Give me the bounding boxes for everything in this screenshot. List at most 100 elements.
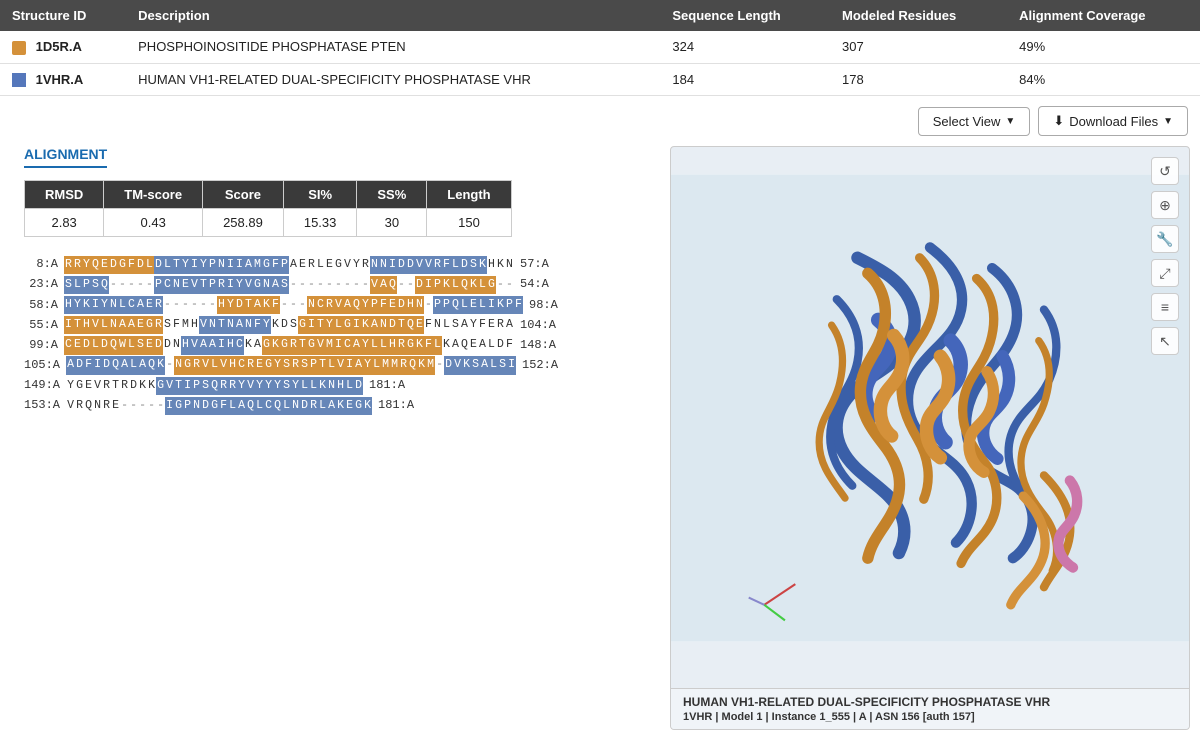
seq-left-label: 23:A — [24, 275, 64, 294]
seq-char: F — [84, 356, 93, 374]
cursor-button[interactable]: ↖ — [1151, 327, 1179, 355]
seq-char: A — [354, 356, 363, 374]
seq-char: P — [208, 256, 217, 274]
select-view-button[interactable]: Select View ▼ — [918, 107, 1031, 136]
expand-button[interactable]: ⤢ — [1151, 259, 1179, 287]
seq-char: I — [307, 316, 316, 334]
seq-char: Q — [352, 296, 361, 314]
structure-row-1[interactable]: 1VHR.A HUMAN VH1-RELATED DUAL-SPECIFICIT… — [0, 63, 1200, 96]
wrench-button[interactable]: 🔧 — [1151, 225, 1179, 253]
seq-char: E — [298, 256, 307, 274]
seq-char: N — [109, 296, 118, 314]
seq-char: - — [199, 296, 208, 314]
seq-char: Q — [451, 296, 460, 314]
seq-char: D — [136, 256, 145, 274]
seq-char: C — [237, 356, 246, 374]
seq-char: - — [298, 296, 307, 314]
seq-char: T — [174, 377, 183, 395]
seq-char: N — [433, 316, 442, 334]
seq-char: D — [415, 276, 424, 294]
seq-char: D — [388, 316, 397, 334]
seq-char: A — [451, 336, 460, 354]
seq-char: - — [147, 397, 156, 415]
color-swatch-0 — [12, 41, 26, 55]
seq-char: R — [309, 397, 318, 415]
seq-char: - — [120, 397, 129, 415]
seq-char: S — [289, 316, 298, 334]
seq-char: R — [102, 377, 111, 395]
structure-table: Structure ID Description Sequence Length… — [0, 0, 1200, 96]
seq-char: A — [505, 316, 514, 334]
seq-char: P — [280, 256, 289, 274]
seq-char: M — [181, 316, 190, 334]
seq-char: L — [433, 336, 442, 354]
seq-char: H — [487, 256, 496, 274]
seq-char: L — [300, 377, 309, 395]
seq-char: I — [226, 276, 235, 294]
seq-char: M — [426, 356, 435, 374]
seq-char: L — [489, 356, 498, 374]
seq-char: A — [235, 316, 244, 334]
refresh-button[interactable]: ↺ — [1151, 157, 1179, 185]
seq-char: R — [154, 296, 163, 314]
seq-char: Q — [388, 276, 397, 294]
seq-char: G — [253, 276, 262, 294]
seq-char: N — [93, 397, 102, 415]
seq-char: Y — [264, 377, 273, 395]
seq-char: I — [217, 336, 226, 354]
seq-char: Y — [226, 296, 235, 314]
seq-char: S — [469, 256, 478, 274]
seq-char: I — [334, 336, 343, 354]
seq-char: Q — [273, 397, 282, 415]
layers-button[interactable]: ≡ — [1151, 293, 1179, 321]
seq-char: K — [262, 296, 271, 314]
seq-char: E — [136, 316, 145, 334]
seq-char: A — [237, 397, 246, 415]
seq-char: L — [478, 276, 487, 294]
seq-char: K — [147, 377, 156, 395]
seq-char: V — [201, 356, 210, 374]
seq-left-label: 149:A — [24, 376, 66, 395]
seq-char: - — [129, 397, 138, 415]
protein-viewer[interactable]: ↺ ⊕ 🔧 ⤢ ≡ ↖ — [670, 146, 1190, 730]
seq-char: S — [471, 356, 480, 374]
seq-char: Y — [361, 336, 370, 354]
viewer-title: HUMAN VH1-RELATED DUAL-SPECIFICITY PHOSP… — [683, 695, 1177, 709]
seq-char: V — [91, 316, 100, 334]
col-header-structure-id: Structure ID — [0, 0, 126, 31]
seq-char: - — [397, 276, 406, 294]
seq-char: A — [253, 336, 262, 354]
seq-char: - — [138, 397, 147, 415]
seq-char: A — [66, 356, 75, 374]
download-files-button[interactable]: ⬇ Download Files ▼ — [1038, 106, 1188, 136]
seq-char: L — [372, 356, 381, 374]
seq-char: Y — [273, 356, 282, 374]
seq-char: L — [91, 336, 100, 354]
seq-char: G — [280, 336, 289, 354]
seq-char: L — [379, 336, 388, 354]
seq-char: N — [174, 356, 183, 374]
protein-structure-svg — [671, 147, 1189, 669]
seq-char: K — [82, 296, 91, 314]
globe-button[interactable]: ⊕ — [1151, 191, 1179, 219]
seq-char: Q — [84, 397, 93, 415]
seq-char: F — [127, 256, 136, 274]
seq-char: K — [361, 316, 370, 334]
seq-char: T — [217, 316, 226, 334]
seq-char: Q — [460, 276, 469, 294]
seq-char: D — [354, 377, 363, 395]
alignment-row: 58:AHYKIYNLCAER------HYDTAKF---NCRVAQYPF… — [24, 296, 646, 315]
seq-char: F — [478, 316, 487, 334]
main-layout: ALIGNMENT RMSDTM-scoreScoreSI%SS%Length … — [0, 146, 1200, 740]
seq-char: E — [469, 296, 478, 314]
seq-char: C — [264, 397, 273, 415]
seq-char: S — [163, 316, 172, 334]
structure-row-0[interactable]: 1D5R.A PHOSPHOINOSITIDE PHOSPHATASE PTEN… — [0, 31, 1200, 63]
seq-characters: CEDLDQWLSEDDNHVAAIHCKAGKGRTGVMICAYLLHRGK… — [64, 336, 514, 354]
seq-char: A — [271, 276, 280, 294]
seq-char: R — [154, 316, 163, 334]
seq-char: K — [156, 356, 165, 374]
seq-char: A — [327, 397, 336, 415]
seq-char: H — [226, 336, 235, 354]
seq-char: F — [253, 316, 262, 334]
